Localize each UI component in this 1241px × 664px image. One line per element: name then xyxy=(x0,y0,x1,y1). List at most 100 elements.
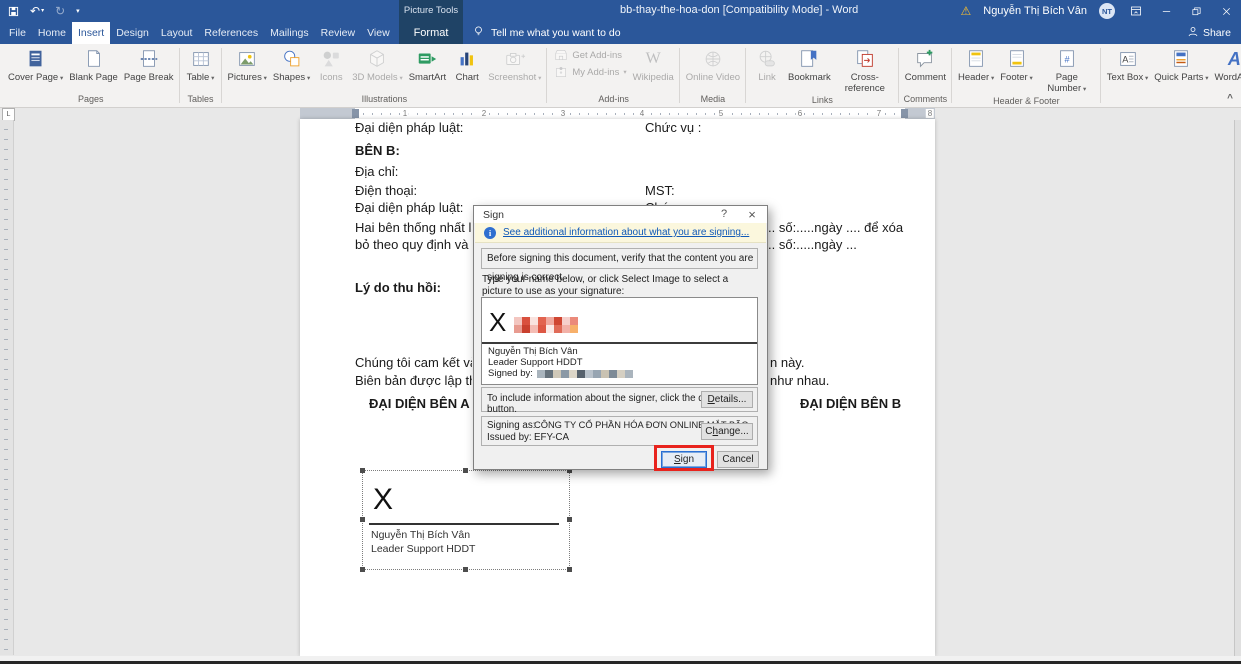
cover-page-icon xyxy=(24,47,48,71)
ribbon-display-options-icon[interactable] xyxy=(1127,0,1145,22)
ribbon-button-label: Bookmark xyxy=(788,72,831,83)
ruler-number: 4 xyxy=(638,109,646,118)
ribbon-button-smartart[interactable]: SmartArt xyxy=(406,44,449,84)
ruler-number: 3 xyxy=(559,109,567,118)
ribbon-button-label: Online Video xyxy=(686,72,740,83)
resize-handle[interactable] xyxy=(360,567,365,572)
ribbon-button-chart[interactable]: Chart xyxy=(449,44,485,84)
horizontal-ruler[interactable]: 12345678 xyxy=(300,108,935,119)
warning-icon[interactable]: ⚠ xyxy=(960,4,971,18)
dialog-title-bar[interactable]: Sign ? × xyxy=(474,206,767,223)
ribbon-button-pictures[interactable]: Pictures ▾ xyxy=(225,44,270,85)
avatar[interactable]: NT xyxy=(1099,3,1115,19)
resize-handle[interactable] xyxy=(463,468,468,473)
ribbon-button-label: Wikipedia xyxy=(633,72,674,83)
ribbon-button-bookmark[interactable]: Bookmark xyxy=(785,44,834,84)
tab-layout[interactable]: Layout xyxy=(155,22,199,44)
ribbon-button-page-break[interactable]: Page Break xyxy=(121,44,177,84)
doc-line: Chúng tôi cam kết và xyxy=(355,355,472,370)
svg-text:A: A xyxy=(1122,55,1129,65)
ribbon-button-icons: Icons xyxy=(313,44,349,84)
ribbon-group-header-footer: Header ▾Footer ▾#Page Number ▾Header & F… xyxy=(952,44,1101,107)
redacted-certificate-id xyxy=(537,370,633,378)
ribbon-button-quick-parts[interactable]: Quick Parts ▾ xyxy=(1151,44,1211,85)
doc-line: Đại diện pháp luật: xyxy=(355,120,463,135)
details-button[interactable]: Details... xyxy=(701,391,753,408)
link-icon xyxy=(755,47,779,71)
dialog-signer-name: Nguyễn Thị Bích Vân xyxy=(488,346,578,357)
dropdown-icon: ▾ xyxy=(209,75,214,82)
resize-handle[interactable] xyxy=(360,517,365,522)
resize-handle[interactable] xyxy=(463,567,468,572)
close-button[interactable] xyxy=(1217,0,1235,22)
resize-handle[interactable] xyxy=(567,517,572,522)
resize-handle[interactable] xyxy=(360,468,365,473)
cancel-button[interactable]: Cancel xyxy=(717,451,759,468)
ruler-number: 8 xyxy=(926,109,934,118)
ribbon-button-page-number[interactable]: #Page Number ▾ xyxy=(1036,44,1098,95)
ribbon-button-text-box[interactable]: AText Box ▾ xyxy=(1104,44,1152,85)
ruler-text-area xyxy=(355,108,905,119)
sign-dialog: Sign ? × i See additional information ab… xyxy=(473,205,768,470)
ribbon-group-pages: Cover Page ▾Blank PagePage BreakPages xyxy=(2,44,180,107)
signing-as-row: Signing as: CÔNG TY CỔ PHẦN HÓA ĐƠN ONLI… xyxy=(481,416,758,446)
ribbon-button-cover-page[interactable]: Cover Page ▾ xyxy=(5,44,66,85)
resize-handle[interactable] xyxy=(567,567,572,572)
signature-input-area[interactable]: X Nguyễn Thị Bích Vân Leader Support HDD… xyxy=(481,297,758,385)
ribbon-button-wordart[interactable]: AWordArt ▾ xyxy=(1211,44,1241,85)
tab-view[interactable]: View xyxy=(361,22,396,44)
right-indent-marker[interactable] xyxy=(901,109,908,118)
tab-design[interactable]: Design xyxy=(110,22,155,44)
additional-info-link[interactable]: See additional information about what yo… xyxy=(503,227,749,238)
info-banner: i See additional information about what … xyxy=(475,223,766,243)
redo-icon: ↻ xyxy=(55,5,65,17)
signed-in-user[interactable]: Nguyễn Thị Bích Vân xyxy=(983,5,1087,17)
ribbon-button-cross-reference[interactable]: Cross-reference xyxy=(834,44,896,94)
tab-insert[interactable]: Insert xyxy=(72,22,110,44)
signature-divider-line xyxy=(482,342,757,344)
tab-home[interactable]: Home xyxy=(32,22,72,44)
ribbon-button-label: Screenshot xyxy=(488,72,536,83)
vertical-ruler xyxy=(0,120,14,655)
tab-mailings[interactable]: Mailings xyxy=(264,22,315,44)
share-button[interactable]: Share xyxy=(1187,22,1231,44)
pictures-icon xyxy=(235,47,259,71)
restore-button[interactable] xyxy=(1187,0,1205,22)
ribbon-button-table[interactable]: Table ▾ xyxy=(183,44,219,85)
doc-heading-ben-a-rep: ĐẠI DIỆN BÊN A xyxy=(369,396,470,411)
ribbon-button-wikipedia: WWikipedia xyxy=(630,44,677,84)
ribbon-button-label: Table xyxy=(187,72,210,83)
ribbon-group-add-ins: Get Add-insMy Add-ins▾WWikipediaAdd-ins xyxy=(547,44,679,107)
customize-quick-access-icon[interactable]: ▾ xyxy=(76,8,80,15)
tab-format[interactable]: Format xyxy=(399,22,463,44)
ribbon-button-label: WordArt xyxy=(1214,72,1241,83)
signature-line-object[interactable]: X Nguyễn Thị Bích Vân Leader Support HDD… xyxy=(362,470,570,570)
ribbon-button-comment[interactable]: Comment xyxy=(902,44,949,84)
cross-reference-icon xyxy=(853,47,877,71)
ribbon-group-label: Tables xyxy=(183,93,219,107)
doc-line: .. số:.....ngày .... để xóa xyxy=(768,220,903,235)
help-icon[interactable]: ? xyxy=(717,208,731,220)
vertical-scrollbar[interactable] xyxy=(1234,120,1241,656)
undo-icon[interactable]: ↶▾ xyxy=(30,5,44,17)
left-indent-marker[interactable] xyxy=(352,109,359,118)
tab-file[interactable]: File xyxy=(3,22,32,44)
tell-me-box[interactable]: Tell me what you want to do xyxy=(472,22,621,44)
doc-line: Hai bên thống nhất lậ xyxy=(355,220,472,235)
sign-button[interactable]: Sign xyxy=(661,451,707,468)
close-icon[interactable]: × xyxy=(744,207,760,222)
issued-by-value: EFY-CA xyxy=(534,432,569,443)
ribbon-button-header[interactable]: Header ▾ xyxy=(955,44,997,85)
collapse-ribbon-icon[interactable]: ^ xyxy=(1227,93,1233,104)
save-icon[interactable] xyxy=(8,6,19,17)
tab-review[interactable]: Review xyxy=(315,22,361,44)
undo-dropdown-icon[interactable]: ▾ xyxy=(41,8,44,14)
ribbon-group-tables: Table ▾ Tables xyxy=(180,44,222,107)
ribbon-button-blank-page[interactable]: Blank Page xyxy=(66,44,121,84)
minimize-button[interactable] xyxy=(1157,0,1175,22)
tab-references[interactable]: References xyxy=(198,22,264,44)
change-button[interactable]: Change... xyxy=(701,423,753,440)
doc-heading-ben-b: BÊN B: xyxy=(355,143,400,158)
ribbon-button-footer[interactable]: Footer ▾ xyxy=(997,44,1036,85)
ribbon-button-shapes[interactable]: Shapes ▾ xyxy=(270,44,313,85)
